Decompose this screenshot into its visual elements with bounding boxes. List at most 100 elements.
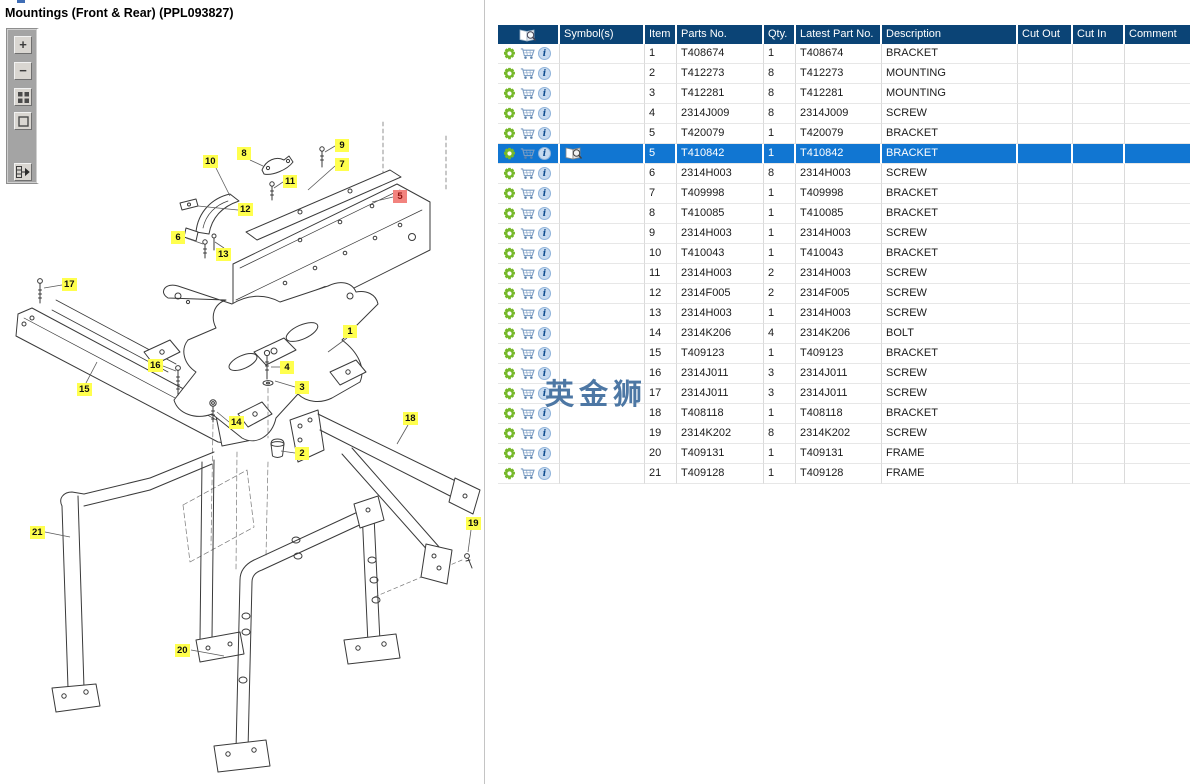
shopping-cart-icon[interactable] bbox=[520, 187, 535, 201]
add-to-list-gear-icon[interactable] bbox=[502, 307, 517, 321]
diagram-callout[interactable]: 13 bbox=[216, 248, 231, 261]
shopping-cart-icon[interactable] bbox=[520, 167, 535, 181]
info-icon[interactable]: i bbox=[538, 207, 551, 220]
info-icon[interactable]: i bbox=[538, 87, 551, 100]
diagram-callout[interactable]: 2 bbox=[295, 447, 309, 460]
shopping-cart-icon[interactable] bbox=[520, 227, 535, 241]
add-to-list-gear-icon[interactable] bbox=[502, 327, 517, 341]
diagram-callout[interactable]: 8 bbox=[237, 147, 251, 160]
table-row[interactable]: i 5 T410842 1 T410842 BRACKET bbox=[498, 144, 1190, 164]
diagram-callout[interactable]: 4 bbox=[280, 361, 294, 374]
add-to-list-gear-icon[interactable] bbox=[502, 427, 517, 441]
symbol-book-icon[interactable] bbox=[564, 146, 584, 161]
shopping-cart-icon[interactable] bbox=[520, 467, 535, 481]
add-to-list-gear-icon[interactable] bbox=[502, 227, 517, 241]
diagram-callout[interactable]: 11 bbox=[283, 175, 297, 188]
shopping-cart-icon[interactable] bbox=[520, 87, 535, 101]
table-row[interactable]: i 18 T408118 1 T408118 BRACKET bbox=[498, 404, 1190, 424]
shopping-cart-icon[interactable] bbox=[520, 287, 535, 301]
diagram-callout[interactable]: 18 bbox=[403, 412, 418, 425]
diagram-callout[interactable]: 19 bbox=[466, 517, 481, 530]
add-to-list-gear-icon[interactable] bbox=[502, 467, 517, 481]
info-icon[interactable]: i bbox=[538, 107, 551, 120]
add-to-list-gear-icon[interactable] bbox=[502, 147, 517, 161]
book-magnifier-icon[interactable] bbox=[518, 28, 538, 43]
info-icon[interactable]: i bbox=[538, 447, 551, 460]
info-icon[interactable]: i bbox=[538, 307, 551, 320]
table-row[interactable]: i 15 T409123 1 T409123 BRACKET bbox=[498, 344, 1190, 364]
info-icon[interactable]: i bbox=[538, 347, 551, 360]
table-row[interactable]: i 6 2314H003 8 2314H003 SCREW bbox=[498, 164, 1190, 184]
diagram-callout[interactable]: 15 bbox=[77, 383, 92, 396]
table-row[interactable]: i 11 2314H003 2 2314H003 SCREW bbox=[498, 264, 1190, 284]
table-row[interactable]: i 2 T412273 8 T412273 MOUNTING bbox=[498, 64, 1190, 84]
table-row[interactable]: i 16 2314J011 3 2314J011 SCREW bbox=[498, 364, 1190, 384]
table-row[interactable]: i 9 2314H003 1 2314H003 SCREW bbox=[498, 224, 1190, 244]
info-icon[interactable]: i bbox=[538, 147, 551, 160]
shopping-cart-icon[interactable] bbox=[520, 67, 535, 81]
diagram-callout[interactable]: 21 bbox=[30, 526, 45, 539]
table-row[interactable]: i 1 T408674 1 T408674 BRACKET bbox=[498, 44, 1190, 64]
add-to-list-gear-icon[interactable] bbox=[502, 107, 517, 121]
info-icon[interactable]: i bbox=[538, 267, 551, 280]
table-row[interactable]: i 20 T409131 1 T409131 FRAME bbox=[498, 444, 1190, 464]
shopping-cart-icon[interactable] bbox=[520, 447, 535, 461]
table-row[interactable]: i 14 2314K206 4 2314K206 BOLT bbox=[498, 324, 1190, 344]
info-icon[interactable]: i bbox=[538, 247, 551, 260]
shopping-cart-icon[interactable] bbox=[520, 127, 535, 141]
shopping-cart-icon[interactable] bbox=[520, 327, 535, 341]
info-icon[interactable]: i bbox=[538, 187, 551, 200]
info-icon[interactable]: i bbox=[538, 327, 551, 340]
shopping-cart-icon[interactable] bbox=[520, 247, 535, 261]
diagram-callout[interactable]: 9 bbox=[335, 139, 349, 152]
table-row[interactable]: i 7 T409998 1 T409998 BRACKET bbox=[498, 184, 1190, 204]
diagram-callout[interactable]: 20 bbox=[175, 644, 190, 657]
table-row[interactable]: i 5 T420079 1 T420079 BRACKET bbox=[498, 124, 1190, 144]
diagram-callout[interactable]: 5 bbox=[393, 190, 407, 203]
info-icon[interactable]: i bbox=[538, 287, 551, 300]
table-row[interactable]: i 4 2314J009 8 2314J009 SCREW bbox=[498, 104, 1190, 124]
info-icon[interactable]: i bbox=[538, 47, 551, 60]
shopping-cart-icon[interactable] bbox=[520, 407, 535, 421]
table-row[interactable]: i 12 2314F005 2 2314F005 SCREW bbox=[498, 284, 1190, 304]
shopping-cart-icon[interactable] bbox=[520, 47, 535, 61]
add-to-list-gear-icon[interactable] bbox=[502, 347, 517, 361]
info-icon[interactable]: i bbox=[538, 367, 551, 380]
info-icon[interactable]: i bbox=[538, 127, 551, 140]
info-icon[interactable]: i bbox=[538, 67, 551, 80]
add-to-list-gear-icon[interactable] bbox=[502, 187, 517, 201]
add-to-list-gear-icon[interactable] bbox=[502, 167, 517, 181]
shopping-cart-icon[interactable] bbox=[520, 387, 535, 401]
shopping-cart-icon[interactable] bbox=[520, 367, 535, 381]
add-to-list-gear-icon[interactable] bbox=[502, 47, 517, 61]
diagram-callout[interactable]: 16 bbox=[148, 359, 163, 372]
table-row[interactable]: i 10 T410043 1 T410043 BRACKET bbox=[498, 244, 1190, 264]
add-to-list-gear-icon[interactable] bbox=[502, 407, 517, 421]
table-row[interactable]: i 8 T410085 1 T410085 BRACKET bbox=[498, 204, 1190, 224]
shopping-cart-icon[interactable] bbox=[520, 207, 535, 221]
add-to-list-gear-icon[interactable] bbox=[502, 127, 517, 141]
diagram-callout[interactable]: 17 bbox=[62, 278, 77, 291]
info-icon[interactable]: i bbox=[538, 167, 551, 180]
info-icon[interactable]: i bbox=[538, 227, 551, 240]
table-row[interactable]: i 21 T409128 1 T409128 FRAME bbox=[498, 464, 1190, 484]
diagram-callout[interactable]: 12 bbox=[238, 203, 253, 216]
diagram-callout[interactable]: 10 bbox=[203, 155, 218, 168]
table-row[interactable]: i 19 2314K202 8 2314K202 SCREW bbox=[498, 424, 1190, 444]
add-to-list-gear-icon[interactable] bbox=[502, 287, 517, 301]
info-icon[interactable]: i bbox=[538, 467, 551, 480]
diagram-callout[interactable]: 1 bbox=[343, 325, 357, 338]
shopping-cart-icon[interactable] bbox=[520, 427, 535, 441]
diagram-callout[interactable]: 14 bbox=[229, 416, 244, 429]
table-row[interactable]: i 3 T412281 8 T412281 MOUNTING bbox=[498, 84, 1190, 104]
add-to-list-gear-icon[interactable] bbox=[502, 447, 517, 461]
table-row[interactable]: i 13 2314H003 1 2314H003 SCREW bbox=[498, 304, 1190, 324]
add-to-list-gear-icon[interactable] bbox=[502, 267, 517, 281]
info-icon[interactable]: i bbox=[538, 407, 551, 420]
shopping-cart-icon[interactable] bbox=[520, 147, 535, 161]
add-to-list-gear-icon[interactable] bbox=[502, 67, 517, 81]
info-icon[interactable]: i bbox=[538, 387, 551, 400]
add-to-list-gear-icon[interactable] bbox=[502, 207, 517, 221]
diagram-callout[interactable]: 3 bbox=[295, 381, 309, 394]
shopping-cart-icon[interactable] bbox=[520, 347, 535, 361]
